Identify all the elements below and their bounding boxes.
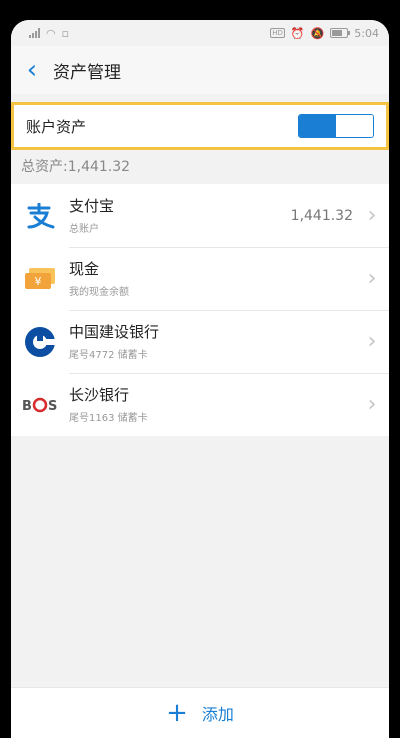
alarm-icon: ⏰ [290, 26, 305, 40]
add-account-button[interactable]: + 添加 [11, 687, 389, 738]
account-sub: 尾号1163 储蓄卡 [69, 413, 148, 424]
page-title: 资产管理 [53, 62, 121, 83]
item-text: 长沙银行 尾号1163 储蓄卡 [69, 385, 361, 424]
add-label: 添加 [201, 705, 234, 724]
wifi-icon: ◠ [46, 26, 56, 40]
item-text: 现金 我的现金余额 [69, 259, 361, 298]
chevron-right-icon: › [367, 266, 377, 291]
svg-text:B: B [22, 399, 32, 414]
account-assets-row: 账户资产 [11, 102, 389, 150]
item-text: 中国建设银行 尾号4772 储蓄卡 [69, 322, 361, 361]
back-button[interactable]: ‹ [11, 46, 53, 94]
bcs-icon: B S [11, 396, 69, 414]
back-arrow-icon: ‹ [26, 55, 38, 85]
switch-on-fill [299, 115, 335, 137]
list-item-bcs[interactable]: B S 长沙银行 尾号1163 储蓄卡 › [11, 373, 389, 436]
signal-icon [29, 28, 40, 38]
chevron-right-icon: › [367, 203, 377, 228]
total-assets: 总资产:1,441.32 [21, 159, 131, 175]
ccb-icon [11, 326, 69, 358]
switch-knob [335, 115, 373, 137]
plus-icon: + [166, 698, 188, 728]
account-name: 中国建设银行 [69, 323, 160, 341]
phone-screen: ◠ ▫ HD ⏰ 🔕 5:04 ‹ 资产管理 账户资产 总资产:1,441.32 [11, 20, 389, 738]
svg-text:S: S [48, 399, 57, 414]
cash-icon: ¥ [11, 266, 69, 292]
account-name: 长沙银行 [69, 386, 130, 404]
account-list: 支付宝 总账户 1,441.32 › ¥ 现金 我的现金余额 › 中国建设银行 … [11, 184, 389, 436]
chevron-right-icon: › [367, 329, 377, 354]
status-time: 5:04 [354, 26, 379, 40]
notification-icon: ▫ [61, 26, 70, 40]
account-assets-label: 账户资产 [26, 117, 87, 136]
status-right: HD ⏰ 🔕 5:04 [270, 27, 379, 40]
chevron-right-icon: › [367, 392, 377, 417]
account-name: 现金 [69, 260, 100, 278]
account-amount: 1,441.32 [290, 207, 353, 224]
hd-icon: HD [270, 28, 285, 38]
status-left: ◠ ▫ [29, 27, 69, 40]
account-name: 支付宝 [69, 197, 115, 215]
svg-text:¥: ¥ [35, 275, 42, 288]
account-sub: 尾号4772 储蓄卡 [69, 350, 148, 361]
list-item-alipay[interactable]: 支付宝 总账户 1,441.32 › [11, 184, 389, 247]
list-item-cash[interactable]: ¥ 现金 我的现金余额 › [11, 247, 389, 310]
status-bar: ◠ ▫ HD ⏰ 🔕 5:04 [11, 20, 389, 46]
mute-icon: 🔕 [310, 26, 325, 40]
item-text: 支付宝 总账户 [69, 196, 291, 235]
account-sub: 我的现金余额 [69, 287, 129, 298]
battery-icon [330, 28, 351, 38]
title-bar: ‹ 资产管理 [11, 46, 389, 94]
account-sub: 总账户 [69, 224, 99, 235]
alipay-icon [11, 202, 69, 229]
list-item-ccb[interactable]: 中国建设银行 尾号4772 储蓄卡 › [11, 310, 389, 373]
account-assets-switch[interactable] [298, 114, 374, 138]
